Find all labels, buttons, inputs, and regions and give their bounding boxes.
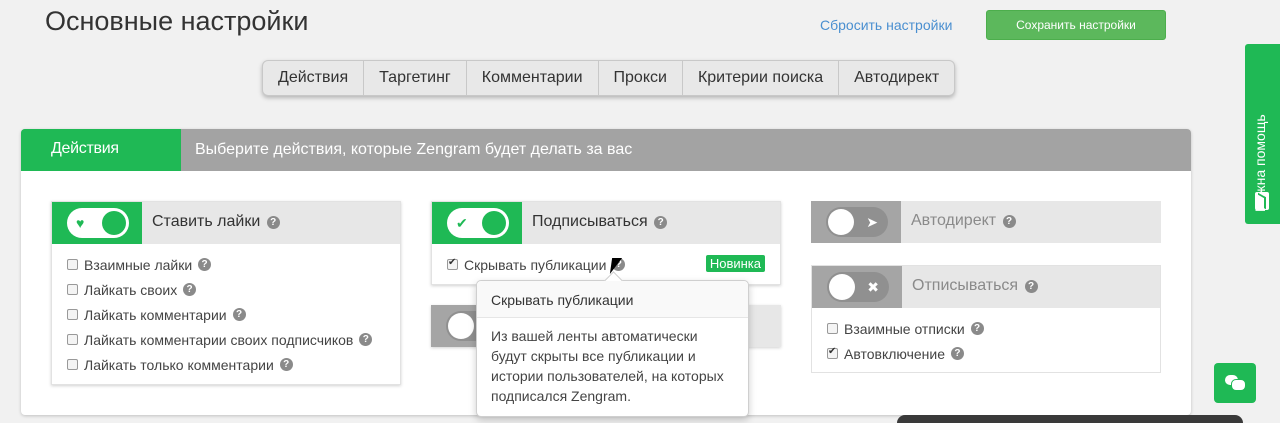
likes-card-title: Ставить лайки ? <box>152 202 280 242</box>
question-icon[interactable]: ? <box>950 347 964 360</box>
help-side-label: Нужна помощь <box>1252 114 1268 212</box>
help-side-button[interactable]: Нужна помощь <box>1245 44 1280 224</box>
autodirect-toggle-area: ➤ <box>811 201 901 243</box>
paper-plane-icon: ➤ <box>866 214 878 230</box>
autodirect-card-title: Автодирект ? <box>911 201 1016 241</box>
tab-actions[interactable]: Действия <box>263 61 365 95</box>
unfollow-options: Взаимные отписки ? Автовключение ? <box>812 308 1160 370</box>
checkbox-checked[interactable] <box>827 346 838 359</box>
bottom-bar <box>897 415 1243 423</box>
unfollow-card-title: Отписываться ? <box>912 266 1038 306</box>
heart-icon: ♥ <box>76 215 85 231</box>
likes-card: ♥ Ставить лайки ? Взаимные лайки ? Лайка… <box>51 201 401 385</box>
question-icon[interactable]: ? <box>359 333 373 346</box>
likes-options: Взаимные лайки ? Лайкать своих ? Лайкать… <box>52 244 400 381</box>
option-like-follower-comments[interactable]: Лайкать комментарии своих подписчиков ? <box>67 327 385 352</box>
unfollow-toggle[interactable]: ✖ <box>827 272 889 302</box>
tooltip-title: Скрывать публикации <box>477 281 748 318</box>
toggle-knob <box>102 211 126 235</box>
question-icon[interactable]: ? <box>279 358 293 371</box>
reset-settings-link[interactable]: Сбросить настройки <box>820 17 952 33</box>
likes-toggle[interactable]: ♥ <box>67 208 129 238</box>
tab-search-criteria[interactable]: Критерии поиска <box>683 61 840 95</box>
unfollow-card-header: ✖ Отписываться ? <box>812 266 1160 308</box>
hide-posts-tooltip: Скрывать публикации Из вашей ленты автом… <box>476 280 749 417</box>
checkbox[interactable] <box>67 334 78 345</box>
likes-toggle-area: ♥ <box>52 202 142 244</box>
checkmark-icon: ✔ <box>456 215 468 231</box>
follow-toggle[interactable]: ✔ <box>447 208 509 238</box>
option-mutual-likes[interactable]: Взаимные лайки ? <box>67 252 385 277</box>
chat-bubbles-icon <box>1225 375 1246 391</box>
question-icon[interactable]: ? <box>183 283 197 296</box>
question-icon[interactable]: ? <box>654 216 668 229</box>
question-icon[interactable]: ? <box>232 308 246 321</box>
toggle-knob <box>829 274 855 300</box>
chat-button[interactable] <box>1214 363 1256 403</box>
panel-title: Действия <box>21 129 181 171</box>
question-icon[interactable]: ? <box>198 258 212 271</box>
tab-autodirect[interactable]: Автодирект <box>839 61 954 95</box>
tab-comments[interactable]: Комментарии <box>467 61 599 95</box>
panel-header: Действия Выберите действия, которые Zeng… <box>21 129 1191 171</box>
unfollow-card: ✖ Отписываться ? Взаимные отписки ? Авто… <box>811 265 1161 373</box>
help-arrow-icon <box>1255 192 1269 210</box>
likes-card-header: ♥ Ставить лайки ? <box>52 202 400 244</box>
toggle-knob <box>482 211 506 235</box>
follow-card-title: Подписываться ? <box>532 202 668 242</box>
toggle-knob <box>448 313 474 339</box>
settings-tabs: Действия Таргетинг Комментарии Прокси Кр… <box>262 60 956 96</box>
checkbox[interactable] <box>827 323 838 334</box>
cross-icon: ✖ <box>867 279 879 295</box>
option-like-comments[interactable]: Лайкать комментарии ? <box>67 302 385 327</box>
option-auto-enable[interactable]: Автовключение ? <box>827 341 1145 366</box>
toggle-knob <box>828 209 854 235</box>
save-settings-button[interactable]: Сохранить настройки <box>986 10 1166 40</box>
autodirect-card-header: ➤ Автодирект ? <box>811 201 1161 243</box>
option-like-own[interactable]: Лайкать своих ? <box>67 277 385 302</box>
question-icon[interactable]: ? <box>970 322 984 335</box>
follow-toggle-area: ✔ <box>432 202 522 244</box>
checkbox[interactable] <box>67 259 78 270</box>
autodirect-card: ➤ Автодирект ? <box>811 201 1161 244</box>
question-icon[interactable]: ? <box>266 216 280 229</box>
question-icon[interactable]: ? <box>1024 280 1038 293</box>
checkbox[interactable] <box>67 309 78 320</box>
option-like-only-comments[interactable]: Лайкать только комментарии ? <box>67 352 385 377</box>
question-icon[interactable]: ? <box>1002 215 1016 228</box>
new-badge: Новинка <box>705 255 765 272</box>
follow-card: ✔ Подписываться ? Скрывать публикации ? … <box>431 201 781 285</box>
checkbox[interactable] <box>67 284 78 295</box>
autodirect-toggle[interactable]: ➤ <box>826 207 888 237</box>
checkbox-checked[interactable] <box>447 257 458 270</box>
checkbox[interactable] <box>67 359 78 370</box>
tooltip-body: Из вашей ленты автоматически будут скрыт… <box>491 328 724 404</box>
option-mutual-unfollows[interactable]: Взаимные отписки ? <box>827 316 1145 341</box>
tab-targeting[interactable]: Таргетинг <box>364 61 467 95</box>
follow-card-header: ✔ Подписываться ? <box>432 202 780 244</box>
unfollow-toggle-area: ✖ <box>812 266 902 308</box>
tab-proxy[interactable]: Прокси <box>599 61 683 95</box>
panel-description: Выберите действия, которые Zengram будет… <box>195 141 633 158</box>
page-title: Основные настройки <box>45 6 309 36</box>
